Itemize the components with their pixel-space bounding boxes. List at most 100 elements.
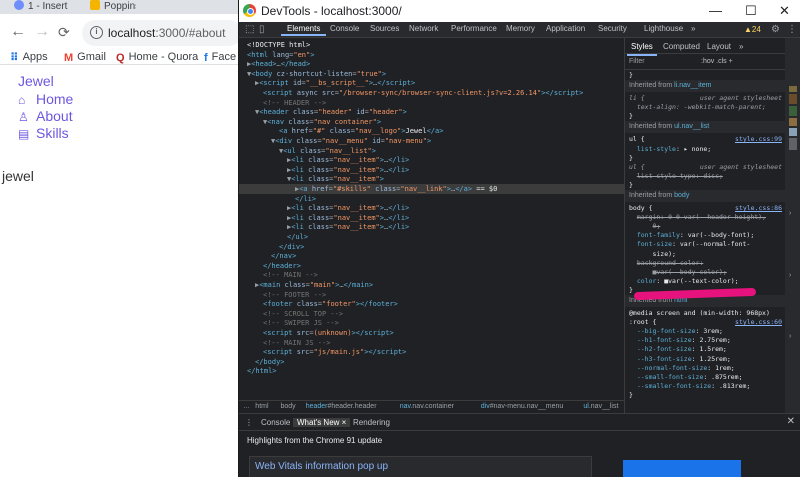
- dom-node[interactable]: <!-- MAIN JS -->: [239, 338, 624, 348]
- styles-toolbar-buttons[interactable]: :hov .cls +: [701, 58, 733, 65]
- bookmark-quora[interactable]: Q Home - Quora: [116, 51, 198, 64]
- maximize-button[interactable]: ☐: [745, 3, 757, 19]
- omnibox[interactable]: i localhost:3000/#about: [82, 20, 242, 46]
- inspect-element-icon[interactable]: ⬚: [245, 24, 254, 35]
- dom-node[interactable]: <footer class="footer"></footer>: [239, 299, 624, 309]
- card-title[interactable]: Web Vitals information pop up: [255, 461, 388, 472]
- style-line[interactable]: font-size: var(--normal-font-: [629, 240, 784, 249]
- dom-node[interactable]: ▶<script id="__bs_script__">…</script>: [239, 78, 624, 88]
- dom-node[interactable]: ▼<ul class="nav__list">: [239, 146, 624, 156]
- dom-node[interactable]: ▶<main class="main">…</main>: [239, 280, 624, 290]
- tab-application[interactable]: Application: [546, 24, 585, 33]
- style-line[interactable]: color: ■var(--text-color);: [629, 277, 784, 286]
- style-line[interactable]: }: [629, 154, 784, 163]
- style-line[interactable]: --smaller-font-size: .813rem;: [629, 382, 784, 391]
- style-line[interactable]: @media screen and (min-width: 968px): [629, 309, 784, 318]
- dom-node[interactable]: </nav>: [239, 251, 624, 261]
- style-line[interactable]: }: [629, 391, 784, 400]
- breadcrumb-item[interactable]: div#nav-menu.nav__menu: [481, 403, 564, 410]
- style-line[interactable]: }: [629, 181, 784, 190]
- dom-node[interactable]: <!-- FOOTER -->: [239, 290, 624, 300]
- breadcrumb-item[interactable]: …: [243, 403, 250, 410]
- dom-node[interactable]: <script src=(unknown)></script>: [239, 328, 624, 338]
- whats-new-card[interactable]: Web Vitals information pop up: [249, 456, 592, 477]
- style-line[interactable]: background-color:: [629, 259, 784, 268]
- more-tabs-button[interactable]: »: [691, 24, 695, 33]
- dom-node[interactable]: ▶<li class="nav__item">…</li>: [239, 155, 624, 165]
- nav-link-skills[interactable]: ▤ Skills: [18, 125, 69, 141]
- dom-node[interactable]: ▶<li class="nav__item">…</li>: [239, 213, 624, 223]
- tab-memory[interactable]: Memory: [506, 24, 535, 33]
- breadcrumb-item[interactable]: body: [281, 403, 296, 410]
- style-line[interactable]: li {user agent stylesheet: [629, 94, 784, 103]
- style-line[interactable]: --big-font-size: 3rem;: [629, 327, 784, 336]
- browser-tab[interactable]: 1 - Insert Icons: [14, 0, 68, 14]
- dom-node[interactable]: ▶<li class="nav__item">…</li>: [239, 165, 624, 175]
- more-options-icon[interactable]: ⋮: [787, 24, 797, 35]
- elements-dom-tree[interactable]: <!DOCTYPE html> <html lang="en"> ▶<head>…<…: [239, 38, 624, 400]
- breadcrumb-item[interactable]: header#header.header: [306, 403, 377, 410]
- scroll-arrow-icon[interactable]: ›: [789, 272, 791, 279]
- breadcrumb-item[interactable]: html: [255, 403, 268, 410]
- dom-node[interactable]: <html lang="en">: [239, 50, 624, 60]
- dom-node[interactable]: <!-- HEADER -->: [239, 98, 624, 108]
- browser-tab[interactable]: Poppins - Google F: [90, 0, 136, 14]
- nav-logo[interactable]: Jewel: [18, 73, 54, 89]
- warnings-badge[interactable]: ▲24: [744, 25, 761, 34]
- drawer-menu-icon[interactable]: ⋮: [245, 418, 253, 427]
- style-line[interactable]: margin: 0 0 var(--header-height),: [629, 213, 784, 222]
- style-line[interactable]: --small-font-size: .875rem;: [629, 373, 784, 382]
- tab-sources[interactable]: Sources: [370, 24, 399, 33]
- dom-node[interactable]: </li>: [239, 194, 624, 204]
- dom-node[interactable]: ▼<header class="header" id="header">: [239, 107, 624, 117]
- breadcrumb-item[interactable]: nav.nav.container: [400, 403, 454, 410]
- style-line[interactable]: ul {user agent stylesheet: [629, 163, 784, 172]
- dom-node[interactable]: ▶<li class="nav__item">…</li>: [239, 203, 624, 213]
- forward-button[interactable]: →: [34, 24, 50, 40]
- style-line[interactable]: list-style: ▸ none;: [629, 145, 784, 154]
- style-line[interactable]: --h2-font-size: 1.5rem;: [629, 345, 784, 354]
- bookmark-facebook[interactable]: f Face: [204, 51, 236, 64]
- drawer-tab-rendering[interactable]: Rendering: [353, 418, 390, 427]
- style-line[interactable]: }: [629, 71, 784, 80]
- tab-elements[interactable]: Elements: [280, 24, 327, 36]
- site-info-icon[interactable]: i: [90, 26, 103, 39]
- style-line[interactable]: body {style.css:86: [629, 204, 784, 213]
- tab-layout[interactable]: Layout: [707, 42, 731, 51]
- dom-node[interactable]: <a href="#" class="nav__logo">Jewel</a>: [239, 126, 624, 136]
- dom-node[interactable]: ▼<nav class="nav container">: [239, 117, 624, 127]
- nav-link-home[interactable]: ⌂ Home: [18, 91, 73, 107]
- style-line[interactable]: font-family: var(--body-font);: [629, 231, 784, 240]
- scroll-arrow-icon[interactable]: ›: [789, 210, 791, 217]
- style-line[interactable]: :root {style.css:60: [629, 318, 784, 327]
- style-line[interactable]: text-align: -webkit-match-parent;: [629, 103, 784, 112]
- style-line[interactable]: ■var(--body-color);: [629, 268, 784, 277]
- dom-node[interactable]: <!-- SWIPER JS -->: [239, 318, 624, 328]
- tab-lighthouse[interactable]: Lighthouse: [644, 24, 683, 33]
- tab-performance[interactable]: Performance: [451, 24, 497, 33]
- scroll-arrow-icon[interactable]: ›: [789, 333, 791, 340]
- close-drawer-button[interactable]: ✕: [787, 416, 795, 427]
- reload-button[interactable]: ⟳: [58, 24, 70, 40]
- minimize-button[interactable]: —: [709, 3, 722, 18]
- dom-node[interactable]: <script src="js/main.js"></script>: [239, 347, 624, 357]
- tab-styles[interactable]: Styles: [627, 42, 657, 56]
- dom-node-selected[interactable]: ▶<a href="#skills" class="nav__link">…</…: [239, 184, 624, 194]
- dom-node[interactable]: ▶<head>…</head>: [239, 59, 624, 69]
- style-line[interactable]: list-style-type: disc;: [629, 172, 784, 181]
- drawer-tab-console[interactable]: Console: [261, 418, 290, 427]
- back-button[interactable]: ←: [10, 24, 26, 40]
- tab-security[interactable]: Security: [598, 24, 627, 33]
- dom-node[interactable]: <script async src="/browser-sync/browser…: [239, 88, 624, 98]
- style-line[interactable]: size);: [629, 250, 784, 259]
- drawer-tab-whats-new[interactable]: What's New ×: [293, 418, 351, 427]
- dom-node[interactable]: <!-- MAIN -->: [239, 270, 624, 280]
- dom-node[interactable]: ▶<li class="nav__item">…</li>: [239, 222, 624, 232]
- style-line[interactable]: --h1-font-size: 2.75rem;: [629, 336, 784, 345]
- dom-node[interactable]: ▼<div class="nav__menu" id="nav-menu">: [239, 136, 624, 146]
- styles-more-button[interactable]: »: [739, 42, 743, 51]
- dom-node[interactable]: <!DOCTYPE html>: [239, 40, 624, 50]
- tab-network[interactable]: Network: [409, 24, 438, 33]
- dom-node[interactable]: ▼<body cz-shortcut-listen="true">: [239, 69, 624, 79]
- dom-node[interactable]: </body>: [239, 357, 624, 367]
